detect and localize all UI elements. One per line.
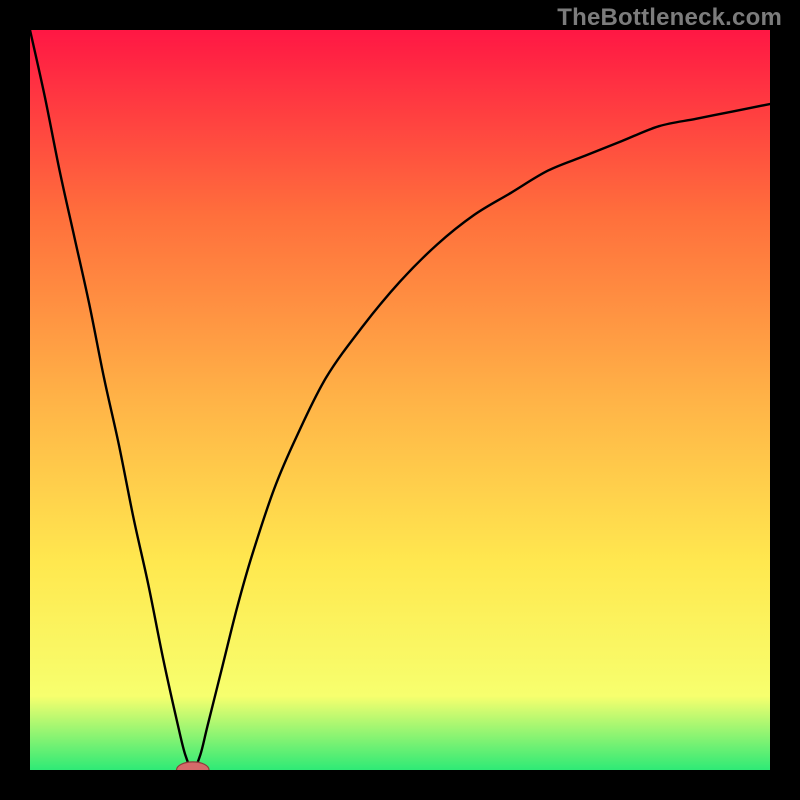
plot-svg bbox=[30, 30, 770, 770]
gradient-background bbox=[30, 30, 770, 770]
plot-area bbox=[30, 30, 770, 770]
chart-frame: TheBottleneck.com bbox=[0, 0, 800, 800]
watermark-text: TheBottleneck.com bbox=[557, 4, 782, 32]
